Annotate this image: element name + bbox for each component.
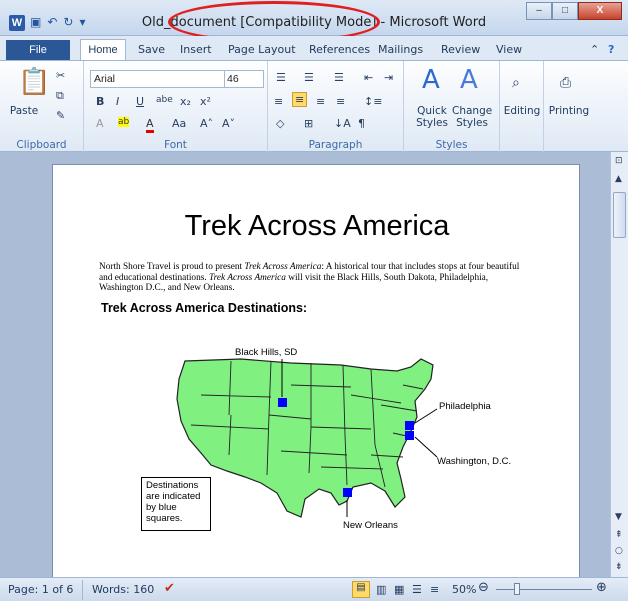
cut-icon[interactable]: ✂ [56,69,65,82]
justify-icon[interactable]: ≡ [336,95,345,108]
decrease-indent-icon[interactable]: ⇤ [364,71,373,84]
web-layout-icon[interactable]: ▦ [394,583,404,596]
editing-group: ⌕ Editing [500,61,544,153]
grow-font-icon[interactable]: A˄ [200,117,213,130]
underline-icon[interactable]: U [136,95,144,108]
editing-button[interactable]: Editing [500,105,544,117]
label-black-hills: Black Hills, SD [235,347,298,358]
scroll-up-icon[interactable]: ▲ [615,174,622,184]
paste-button[interactable]: Paste [4,105,44,117]
superscript-icon[interactable]: x² [200,95,211,108]
callout-lines [281,359,438,517]
vertical-scrollbar[interactable]: ⊡ ▲ ▼ ⇞ ○ ⇟ [610,152,628,577]
binoculars-icon[interactable]: ⌕ [512,75,520,91]
status-bar: Page: 1 of 6 Words: 160 ✔ ▤ ▥ ▦ ☰ ≡ 50% … [0,577,628,601]
scrollbar-thumb[interactable] [613,192,626,238]
browse-object-icon[interactable]: ○ [615,546,623,556]
show-formatting-icon[interactable]: ¶ [358,117,365,130]
format-painter-icon[interactable]: ✎ [56,109,65,122]
tab-references[interactable]: References [309,43,370,56]
minimize-ribbon-icon[interactable]: ⌃ [590,43,599,56]
printer-icon[interactable]: ⎙ [560,75,571,91]
tab-view[interactable]: View [496,43,522,56]
shrink-font-icon[interactable]: A˅ [222,117,235,130]
text-effects-icon[interactable]: A [96,117,104,130]
tab-insert[interactable]: Insert [180,43,212,56]
tab-page-layout[interactable]: Page Layout [228,43,296,56]
quick-styles-icon[interactable]: A [422,65,440,95]
document-page[interactable]: Trek Across America North Shore Travel i… [52,164,580,578]
page-count[interactable]: Page: 1 of 6 [8,583,73,596]
help-icon[interactable]: ? [608,43,614,56]
bold-icon[interactable]: B [96,95,104,108]
font-color-icon[interactable]: A [146,117,154,133]
clipboard-label: Clipboard [16,139,67,151]
label-washington: Washington, D.C. [437,456,512,467]
proofing-icon[interactable]: ✔ [164,581,175,596]
styles-group: A A Quick Styles Change Styles Styles [404,61,500,153]
legend-note: Destinations are indicated by blue squar… [141,477,211,531]
print-layout-icon[interactable]: ▤ [352,581,370,598]
zoom-out-icon[interactable]: ⊖ [478,580,489,595]
label-new-orleans: New Orleans [343,520,398,531]
font-name-box[interactable]: Arial [90,70,244,88]
tab-mailings[interactable]: Mailings [378,43,423,56]
align-center-icon[interactable]: ≡ [292,92,308,107]
clipboard-group: 📋 Paste ✂ ⧉ ✎ Clipboard [0,61,84,153]
align-left-icon[interactable]: ≡ [274,95,283,108]
tab-save[interactable]: Save [138,43,165,56]
shading-icon[interactable]: ◇ [276,117,284,130]
printing-button[interactable]: Printing [544,105,594,117]
word-count[interactable]: Words: 160 [92,583,154,596]
change-styles-button[interactable]: Change Styles [452,105,492,129]
scroll-down-icon[interactable]: ▼ [615,512,622,522]
borders-icon[interactable]: ⊞ [304,117,313,130]
font-label: Font [164,139,187,151]
draft-icon[interactable]: ≡ [430,583,439,596]
label-philadelphia: Philadelphia [439,401,491,412]
zoom-slider-thumb[interactable] [514,583,520,595]
next-page-icon[interactable]: ⇟ [615,562,623,572]
outline-icon[interactable]: ☰ [412,583,422,596]
bullets-icon[interactable]: ☰ [276,71,286,84]
change-styles-icon[interactable]: A [460,65,478,95]
align-right-icon[interactable]: ≡ [316,95,325,108]
highlight-icon[interactable]: ab [118,117,130,127]
line-spacing-icon[interactable]: ↕≡ [364,95,382,108]
window-controls: – □ X [526,2,622,20]
sort-icon[interactable]: ↓A [334,117,351,130]
full-screen-icon[interactable]: ▥ [376,583,386,596]
styles-label: Styles [435,139,468,151]
zoom-level[interactable]: 50% [452,583,476,596]
previous-page-icon[interactable]: ⇞ [615,530,623,540]
strikethrough-icon[interactable]: abe [156,95,173,105]
printing-group: ⎙ Printing [544,61,594,153]
tab-review[interactable]: Review [441,43,480,56]
zoom-in-icon[interactable]: ⊕ [596,580,607,595]
ribbon-tabs: File Home Save Insert Page Layout Refere… [0,36,628,61]
copy-icon[interactable]: ⧉ [56,89,64,103]
font-size-box[interactable]: 46 [224,70,264,88]
tab-file[interactable]: File [6,40,70,60]
ruler-toggle-icon[interactable]: ⊡ [615,156,623,166]
ribbon: 📋 Paste ✂ ⧉ ✎ Clipboard Font Arial 46 B … [0,60,628,153]
quick-styles-button[interactable]: Quick Styles [414,105,450,129]
maximize-button[interactable]: □ [552,2,578,20]
close-button[interactable]: X [578,2,622,20]
status-divider [82,580,83,600]
subscript-icon[interactable]: x₂ [180,95,191,108]
minimize-button[interactable]: – [526,2,552,20]
tab-home[interactable]: Home [80,39,126,61]
italic-icon[interactable]: I [116,95,119,108]
increase-indent-icon[interactable]: ⇥ [384,71,393,84]
paste-icon[interactable]: 📋 [18,67,50,97]
multilevel-list-icon[interactable]: ☰ [334,71,344,84]
zoom-slider[interactable] [496,589,592,590]
numbering-icon[interactable]: ☰ [304,71,314,84]
paragraph-label: Paragraph [308,139,363,151]
change-case-icon[interactable]: Aa [172,117,186,130]
